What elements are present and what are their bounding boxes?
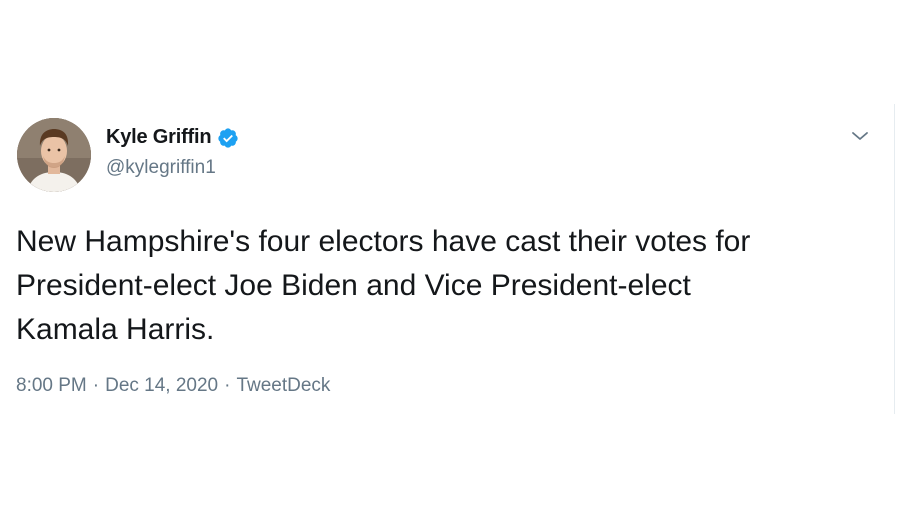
tweet-metadata: 8:00 PM · Dec 14, 2020 · TweetDeck (16, 375, 330, 397)
meta-separator: · (224, 375, 231, 396)
avatar[interactable] (17, 118, 91, 192)
tweet-menu-button[interactable] (846, 124, 874, 148)
avatar-image (17, 118, 91, 192)
chevron-down-icon (852, 132, 868, 140)
tweet-date[interactable]: Dec 14, 2020 (105, 375, 218, 397)
meta-separator: · (92, 375, 100, 396)
verified-badge-icon (217, 127, 239, 149)
author-handle[interactable]: @kylegriffin1 (106, 157, 216, 179)
author-name-row: Kyle Griffin (106, 126, 239, 149)
author-display-name[interactable]: Kyle Griffin (106, 126, 212, 149)
tweet-text: New Hampshire's four electors have cast … (16, 225, 751, 346)
tweet-card: Kyle Griffin @kylegriffin1 New Hampshire… (0, 0, 900, 520)
tweet-time[interactable]: 8:00 PM (16, 375, 87, 397)
card-divider (894, 104, 895, 414)
tweet-source[interactable]: TweetDeck (236, 375, 330, 397)
